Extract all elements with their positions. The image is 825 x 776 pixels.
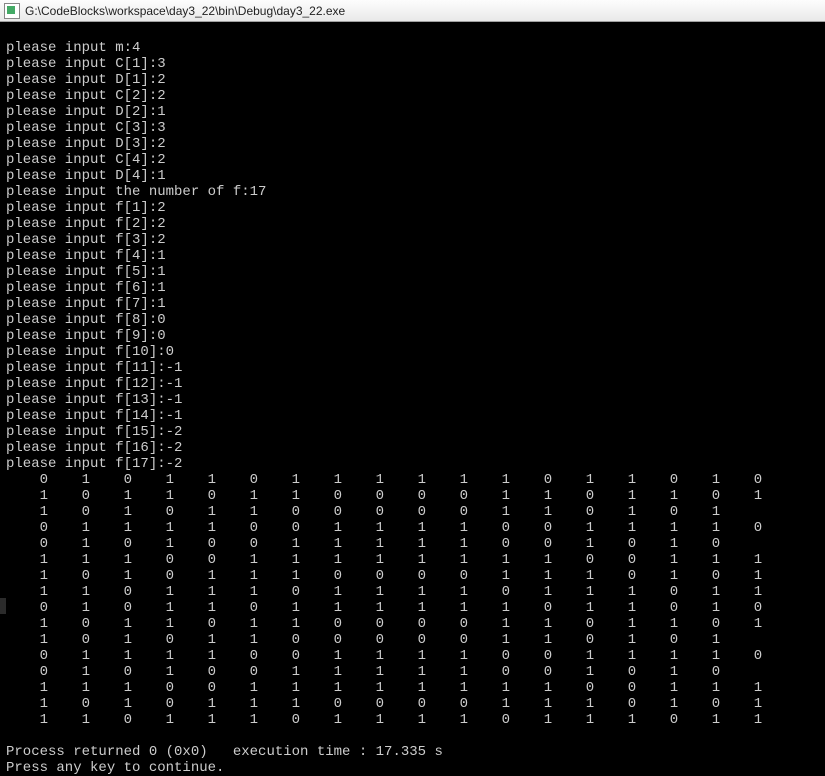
left-gutter: [0, 22, 6, 776]
console-output: please input m:4 please input C[1]:3 ple…: [0, 36, 825, 776]
gutter-mark: [0, 598, 6, 614]
window-title: G:\CodeBlocks\workspace\day3_22\bin\Debu…: [25, 4, 345, 18]
window-titlebar[interactable]: G:\CodeBlocks\workspace\day3_22\bin\Debu…: [0, 0, 825, 22]
app-icon: [4, 3, 20, 19]
